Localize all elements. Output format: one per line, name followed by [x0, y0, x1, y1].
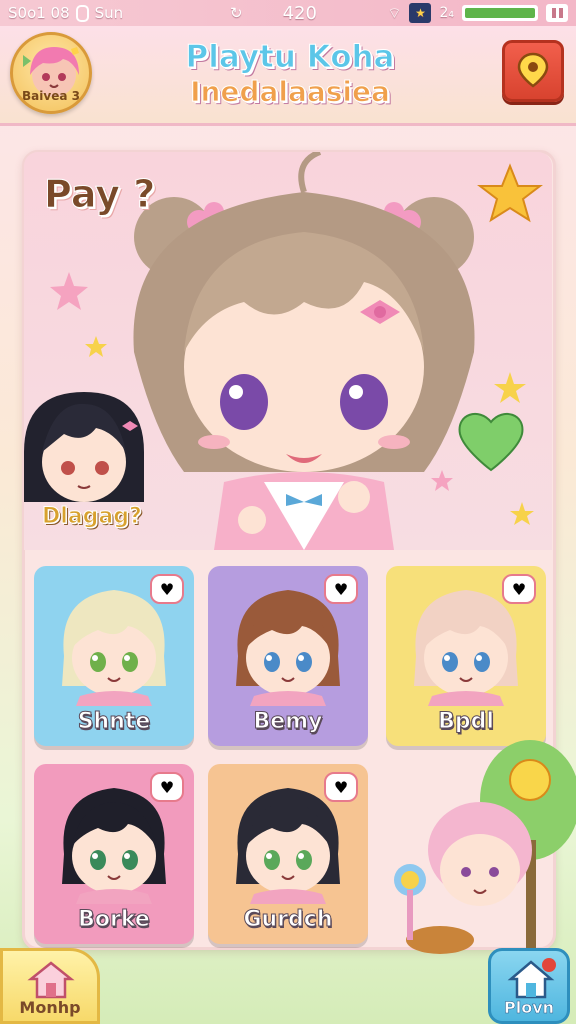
character-card[interactable]: ♥ Bpdl [386, 566, 546, 746]
map-button[interactable] [502, 40, 564, 102]
character-name: Bemy [253, 709, 323, 735]
wifi-icon: ⌔ [387, 3, 402, 22]
star-icon [50, 272, 88, 310]
player-avatar-badge[interactable]: Baivea 3 [10, 32, 92, 114]
status-bar: S0o1 08 Sun ↻ 420 ⌔ ★ 2₄ [0, 0, 576, 26]
nav-plovn-label: Plovn [503, 998, 555, 1018]
character-mood-icon: ♥ [324, 772, 358, 802]
home-icon [27, 961, 75, 999]
player-badge-label: Baivea 3 [22, 89, 80, 103]
star-icon [431, 470, 453, 491]
refresh-icon: ↻ [230, 4, 243, 22]
star-icon [510, 502, 534, 525]
character-mood-icon: ♥ [502, 574, 536, 604]
status-middle: ↻ 420 [230, 3, 317, 24]
game-title-line2: Inedalaasiea [190, 74, 391, 108]
status-right: ⌔ ★ 2₄ [387, 3, 568, 23]
character-name: Borke [78, 907, 151, 933]
character-name: Bpdl [438, 709, 495, 735]
map-pin-icon [517, 52, 549, 88]
battery-fill [465, 8, 535, 18]
star-badge-icon [477, 163, 543, 223]
pause-button[interactable] [546, 4, 568, 22]
character-card[interactable]: ♥ Shnte [34, 566, 194, 746]
game-title-line1: Playtu Koha [185, 39, 395, 75]
star-icon [494, 372, 526, 403]
character-name: Shnte [77, 709, 151, 735]
nav-home-button[interactable]: Monhp [0, 948, 100, 1024]
game-header: Baivea 3 Playtu Koha Inedalaasiea [0, 26, 576, 126]
character-card[interactable]: ♥ Borke [34, 764, 194, 944]
status-left: S0o1 08 Sun [8, 4, 123, 22]
character-mood-icon: ♥ [324, 574, 358, 604]
character-name: Gurdch [243, 907, 333, 933]
star-icon [85, 336, 107, 357]
smile-bubble-icon [509, 759, 551, 801]
character-card[interactable]: ♥ Gurdch [208, 764, 368, 944]
heart-icon [458, 412, 524, 472]
nav-home-label: Monhp [19, 998, 81, 1017]
nav-plovn-button[interactable]: Plovn [488, 948, 570, 1024]
notification-icon: ★ [409, 3, 432, 23]
status-right-value: 2₄ [439, 5, 454, 21]
side-character-label[interactable]: Dlagag? [42, 504, 143, 530]
status-center-value: 420 [282, 2, 317, 24]
battery-indicator [462, 5, 538, 21]
status-day: Sun [94, 4, 124, 22]
status-time: S0o1 08 [8, 4, 70, 22]
side-character [24, 392, 144, 502]
character-mood-icon: ♥ [150, 772, 184, 802]
main-character [133, 152, 475, 550]
scene-decoration [394, 740, 576, 960]
toggle-icon [75, 4, 89, 22]
character-mood-icon: ♥ [150, 574, 184, 604]
character-card[interactable]: ♥ Bemy [208, 566, 368, 746]
game-title: Playtu Koha Inedalaasiea [160, 39, 420, 108]
house-notification-icon [507, 958, 556, 999]
hero-question-text: Pay ? [43, 172, 156, 217]
